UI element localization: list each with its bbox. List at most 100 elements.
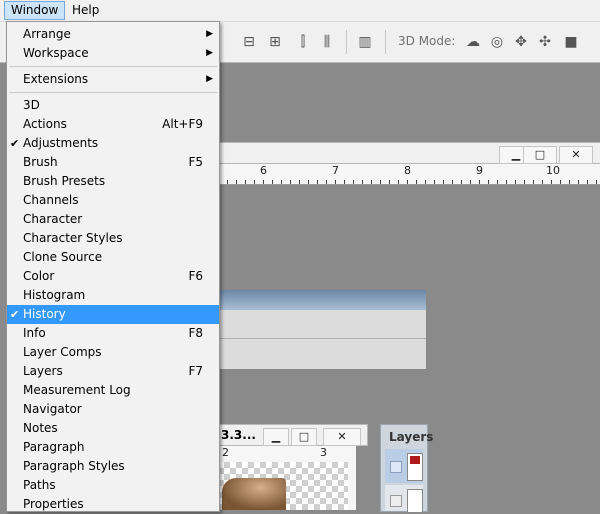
menu-item-adjustments[interactable]: ✔ Adjustments [7, 134, 219, 153]
menu-item-info[interactable]: Info F8 [7, 324, 219, 343]
ruler-label: 3 [320, 446, 327, 459]
menu-item-clone-source[interactable]: Clone Source [7, 248, 219, 267]
menu-item-paragraph-styles[interactable]: Paragraph Styles [7, 457, 219, 476]
distribute-icon[interactable]: ⫿ [294, 33, 312, 51]
ruler-tick [569, 180, 570, 184]
menu-item-3d[interactable]: 3D [7, 96, 219, 115]
ruler-tick [470, 180, 471, 184]
maximize-button[interactable]: □ [523, 146, 557, 164]
menu-item-navigator[interactable]: Navigator [7, 400, 219, 419]
menu-item-extensions[interactable]: Extensions ▶ [7, 70, 219, 89]
ruler-label: 6 [260, 164, 267, 177]
ruler-tick [488, 180, 489, 184]
ruler-tick [425, 180, 426, 184]
layer-visibility-checkbox[interactable] [390, 461, 402, 473]
ruler-label: 2 [222, 446, 229, 459]
menu-item-shortcut: F5 [188, 155, 203, 169]
submenu-arrow-icon: ▶ [206, 29, 213, 39]
menu-item-label: Brush Presets [23, 174, 106, 188]
layer-visibility-checkbox[interactable] [390, 495, 402, 507]
menu-item-actions[interactable]: Actions Alt+F9 [7, 115, 219, 134]
ruler-tick [398, 180, 399, 184]
layer-thumbnail [407, 489, 423, 513]
menu-item-label: Workspace [23, 46, 89, 60]
menu-item-label: Paragraph Styles [23, 459, 125, 473]
menu-item-shortcut: F7 [188, 364, 203, 378]
checkmark-icon: ✔ [10, 308, 20, 321]
ruler-tick [416, 180, 417, 184]
secondary-window-toolbar [218, 310, 426, 339]
ruler-tick [542, 180, 543, 184]
menu-item-brush[interactable]: Brush F5 [7, 153, 219, 172]
menu-help[interactable]: Help [66, 1, 105, 20]
distribute-h-icon[interactable]: ⫼ [318, 33, 336, 51]
menu-window[interactable]: Window [4, 1, 66, 20]
ruler-tick [317, 180, 318, 184]
rotate-3d-icon[interactable]: ☁ [464, 33, 482, 51]
menu-item-channels[interactable]: Channels [7, 191, 219, 210]
menu-item-histogram[interactable]: Histogram [7, 286, 219, 305]
menu-item-layer-comps[interactable]: Layer Comps [7, 343, 219, 362]
menu-item-notes[interactable]: Notes [7, 419, 219, 438]
roll-3d-icon[interactable]: ◎ [488, 33, 506, 51]
ruler-tick [596, 180, 597, 184]
menu-item-label: Extensions [23, 72, 89, 86]
menu-item-paragraph[interactable]: Paragraph [7, 438, 219, 457]
menu-item-label: Character Styles [23, 231, 123, 245]
ruler-tick [506, 180, 507, 184]
align-center-icon[interactable]: ⊞ [266, 33, 284, 51]
menu-item-label: Layers [23, 364, 63, 378]
toolbar-separator [385, 30, 386, 54]
ruler-tick [497, 180, 498, 184]
ruler-tick [299, 180, 300, 184]
ruler-tick [533, 180, 534, 184]
auto-align-icon[interactable]: ▥ [356, 33, 374, 51]
layers-panel: Layers [380, 424, 433, 513]
layer-row[interactable] [385, 485, 423, 513]
ruler-label: 9 [476, 164, 483, 177]
menu-item-properties[interactable]: Properties [7, 495, 219, 514]
menu-item-label: Arrange [23, 27, 71, 41]
ruler-tick [587, 180, 588, 184]
menu-item-arrange[interactable]: Arrange ▶ [7, 25, 219, 44]
ruler-tick [254, 180, 255, 184]
menu-item-layers[interactable]: Layers F7 [7, 362, 219, 381]
slide-3d-icon[interactable]: ✣ [536, 33, 554, 51]
secondary-window-row [218, 339, 426, 369]
layer-row[interactable] [385, 449, 423, 483]
ruler-tick [443, 180, 444, 184]
minimize-button[interactable]: ▁ [263, 428, 289, 446]
layers-panel-title: Layers [389, 430, 434, 444]
menu-item-label: Actions [23, 117, 67, 131]
image-content [222, 478, 286, 510]
menu-item-character-styles[interactable]: Character Styles [7, 229, 219, 248]
ruler-tick [326, 180, 327, 184]
menu-item-measurement-log[interactable]: Measurement Log [7, 381, 219, 400]
menu-item-label: Layer Comps [23, 345, 102, 359]
menu-item-label: Color [23, 269, 55, 283]
maximize-button[interactable]: □ [291, 428, 317, 446]
menu-item-workspace[interactable]: Workspace ▶ [7, 44, 219, 63]
scale-3d-icon[interactable]: ■ [562, 33, 580, 51]
ruler-tick [578, 180, 579, 184]
window-menu-dropdown: Arrange ▶ Workspace ▶ Extensions ▶ 3D Actions Al… [6, 21, 220, 512]
ruler-tick [272, 180, 273, 184]
ruler-tick [263, 180, 264, 184]
ruler-tick [380, 180, 381, 184]
close-button[interactable]: ✕ [559, 146, 593, 164]
align-icon[interactable]: ⊟ [240, 33, 258, 51]
menu-item-color[interactable]: Color F6 [7, 267, 219, 286]
menu-item-character[interactable]: Character [7, 210, 219, 229]
menu-item-paths[interactable]: Paths [7, 476, 219, 495]
ruler-tick [389, 180, 390, 184]
subdocument-ruler: 2 3 [218, 446, 348, 463]
submenu-arrow-icon: ▶ [206, 48, 213, 58]
menu-item-brush-presets[interactable]: Brush Presets [7, 172, 219, 191]
menu-item-label: 3D [23, 98, 40, 112]
ruler-tick [236, 180, 237, 184]
menu-item-history[interactable]: ✔ History [7, 305, 219, 324]
close-button[interactable]: ✕ [323, 428, 361, 446]
ruler-tick [335, 180, 336, 184]
submenu-arrow-icon: ▶ [206, 74, 213, 84]
drag-3d-icon[interactable]: ✥ [512, 33, 530, 51]
